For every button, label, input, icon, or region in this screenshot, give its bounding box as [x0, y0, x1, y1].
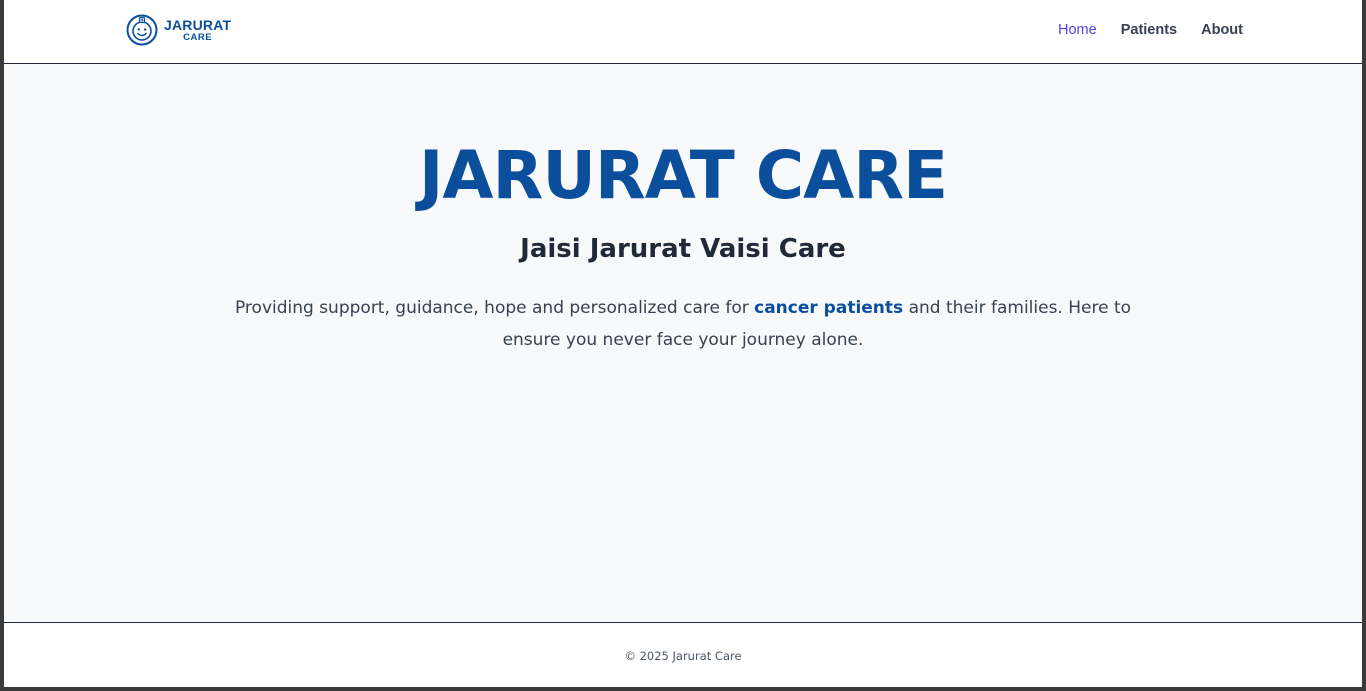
- smiling-doctor-icon: [126, 14, 158, 46]
- hero-description: Providing support, guidance, hope and pe…: [233, 292, 1133, 356]
- nav-link-about[interactable]: About: [1201, 22, 1243, 38]
- navbar: JARURAT CARE Home Patients About: [4, 0, 1362, 64]
- logo-wordmark: JARURAT CARE: [164, 18, 231, 43]
- footer: © 2025 Jarurat Care: [4, 622, 1362, 687]
- browser-viewport: JARURAT CARE Home Patients About JARURAT…: [4, 0, 1362, 687]
- hero-section: JARURAT CARE Jaisi Jarurat Vaisi Care Pr…: [4, 64, 1362, 622]
- nav-menu: Home Patients About: [1058, 22, 1243, 38]
- logo-title: JARURAT: [164, 16, 232, 33]
- nav-link-home[interactable]: Home: [1058, 22, 1097, 38]
- hero-title: JARURAT CARE: [418, 137, 948, 214]
- hero-tagline: Jaisi Jarurat Vaisi Care: [520, 234, 846, 264]
- copyright-text: © 2025 Jarurat Care: [624, 649, 742, 663]
- nav-link-patients[interactable]: Patients: [1121, 22, 1177, 38]
- description-text-start: Providing support, guidance, hope and pe…: [234, 298, 755, 318]
- highlight-cancer-patients: cancer patients: [754, 298, 904, 318]
- brand-logo[interactable]: JARURAT CARE: [126, 13, 231, 47]
- logo-subtitle: CARE: [183, 31, 213, 43]
